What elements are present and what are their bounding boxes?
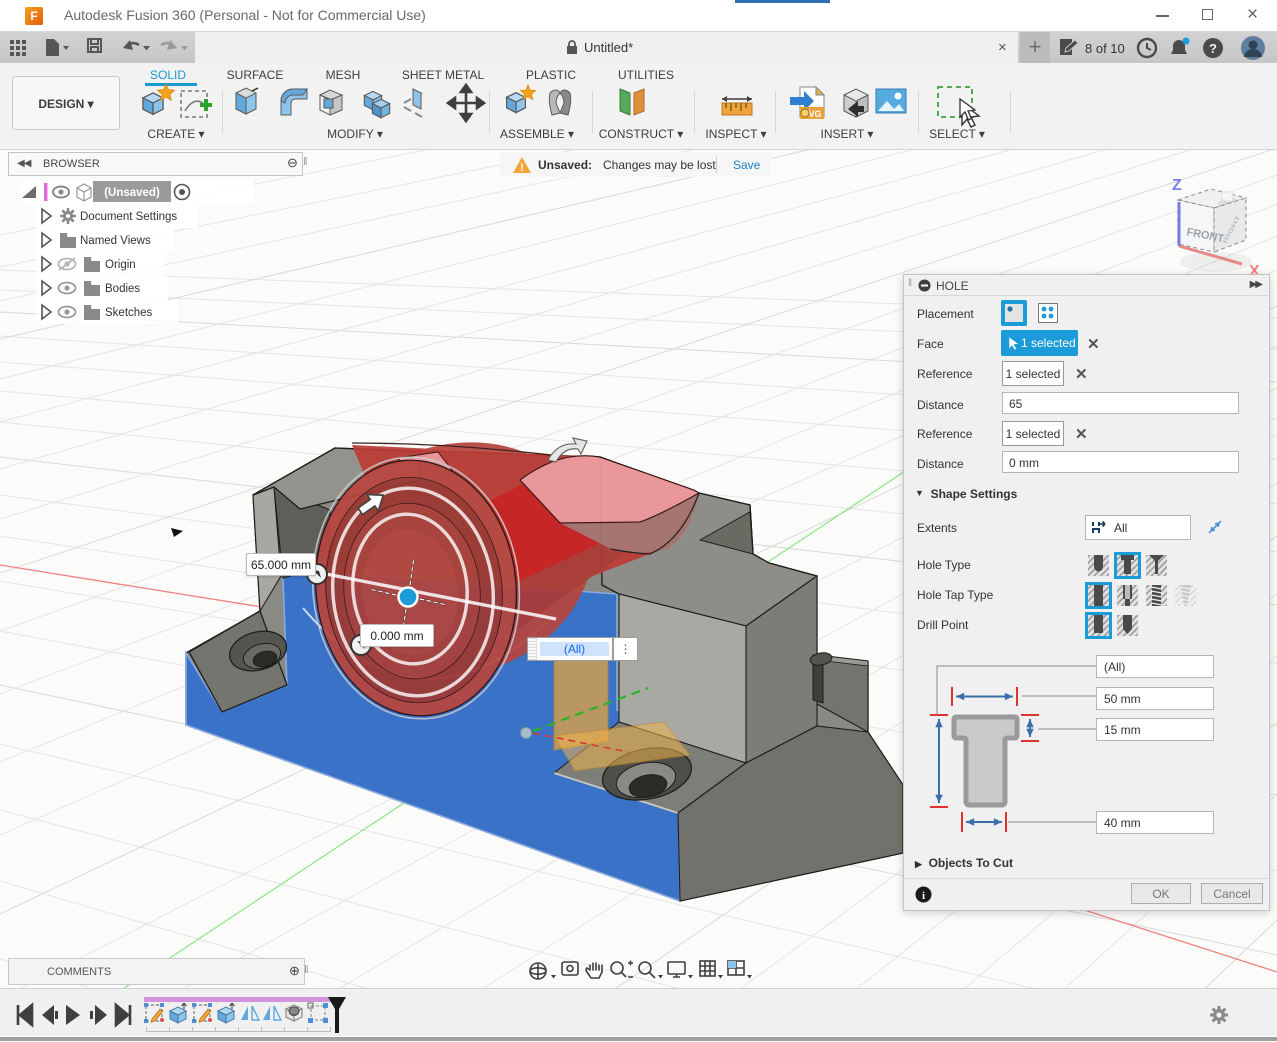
svg-text:Origin: Origin bbox=[105, 259, 136, 271]
svg-text:!: ! bbox=[520, 162, 524, 174]
svg-text:Z: Z bbox=[1172, 177, 1182, 194]
svg-text:Named Views: Named Views bbox=[80, 235, 151, 247]
svg-text:Bodies: Bodies bbox=[105, 283, 140, 295]
svg-text:Sketches: Sketches bbox=[105, 307, 153, 319]
svg-text:i: i bbox=[922, 890, 925, 902]
svg-text:Document Settings: Document Settings bbox=[80, 211, 177, 223]
svg-text:(Unsaved): (Unsaved) bbox=[104, 187, 160, 199]
svg-text:?: ? bbox=[1209, 41, 1217, 56]
